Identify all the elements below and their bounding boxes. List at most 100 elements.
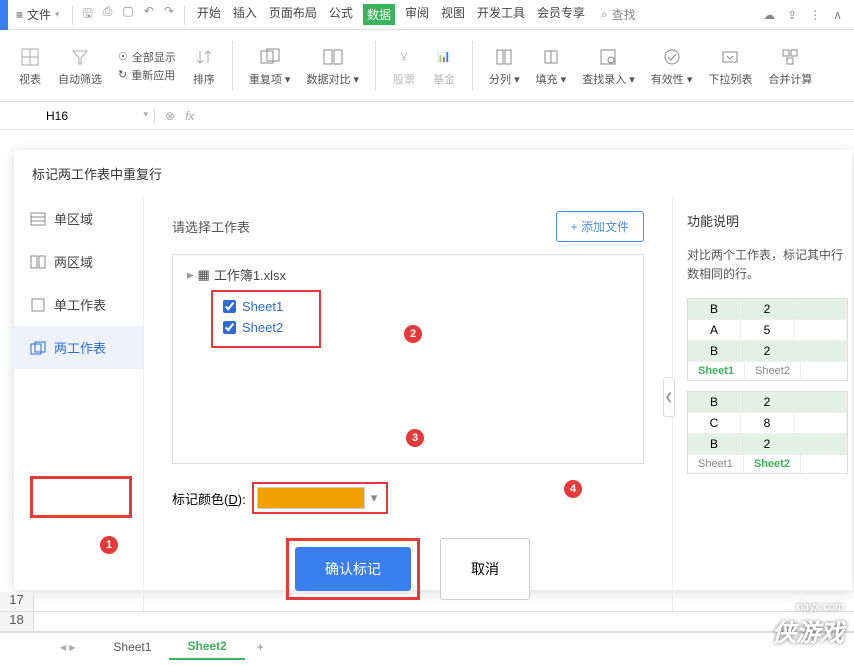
sheet-checkbox-2[interactable]: Sheet2 [223, 317, 309, 338]
cloud-icon[interactable]: ☁ [763, 8, 775, 22]
ribbon-sort[interactable]: 排序 [186, 45, 222, 87]
ribbon-consolidate[interactable]: 合并计算 [762, 45, 818, 87]
label: 单工作表 [54, 295, 106, 314]
cell [794, 392, 847, 413]
add-sheet-button[interactable]: + [245, 635, 276, 659]
redo-icon[interactable]: ↷ [164, 4, 174, 25]
app-accent [0, 0, 8, 30]
t3: ): [238, 492, 246, 507]
tab-insert[interactable]: 插入 [231, 4, 259, 25]
two-ranges-icon [30, 255, 46, 269]
sidebar-item-single-range[interactable]: 单区域 [14, 197, 143, 240]
cancel-fx-icon[interactable]: ⊗ [165, 109, 175, 123]
dialog-title: 标记两工作表中重复行 [14, 150, 852, 197]
sort-icon [192, 45, 216, 69]
show-all-icon: ☉ [118, 50, 128, 63]
ribbon-funds[interactable]: 📊 基金 [426, 45, 462, 87]
more-icon[interactable]: ⋮ [809, 8, 821, 22]
ribbon-filter[interactable]: 自动筛选 [52, 45, 108, 87]
tab-view[interactable]: 视图 [439, 4, 467, 25]
workbook-node[interactable]: ▸ ▦ 工作簿1.xlsx [187, 265, 629, 284]
fx-icon[interactable]: fx [185, 109, 194, 123]
search-label: 查找 [612, 6, 636, 23]
formula-input[interactable] [212, 103, 846, 129]
collapse-panel-button[interactable]: ❮ [663, 377, 675, 417]
color-swatch [257, 487, 365, 509]
show-all-button[interactable]: ☉ 全部显示 [118, 49, 176, 65]
filter-icon [68, 45, 92, 69]
cell [794, 413, 847, 434]
t1: 标记颜色( [172, 492, 228, 507]
ribbon-pivot[interactable]: 视表 [12, 45, 48, 87]
tab-review[interactable]: 审阅 [403, 4, 431, 25]
confirm-button[interactable]: 确认标记 [295, 547, 411, 591]
split-icon [492, 45, 516, 69]
cell: 2 [741, 341, 794, 362]
annotation-2: 2 [404, 325, 422, 343]
quick-access-toolbar: 🖫 ⎙ ▢ ↶ ↷ [77, 4, 180, 25]
collapse-icon[interactable]: ∧ [833, 8, 842, 22]
color-picker[interactable]: ▾ [252, 482, 389, 514]
cell: B [688, 341, 741, 362]
tab-data[interactable]: 数据 [363, 4, 395, 25]
cell-reference-box[interactable]: H16 [0, 109, 155, 123]
search-box[interactable]: ⌕ 查找 [601, 6, 636, 23]
stocks-icon: ￥ [392, 45, 416, 69]
checkbox[interactable] [223, 321, 236, 334]
ribbon-duplicates[interactable]: 重复项 ▾ [243, 45, 297, 87]
label: 有效性 [651, 74, 684, 86]
row-17[interactable]: 17 [0, 592, 854, 612]
row-18[interactable]: 18 [0, 612, 854, 632]
tab-member[interactable]: 会员专享 [535, 4, 587, 25]
file-menu[interactable]: ≡ 文件 ▾ [8, 6, 68, 23]
share-icon[interactable]: ⇪ [787, 8, 797, 22]
expand-icon: ▸ [187, 267, 194, 283]
print-icon[interactable]: ⎙ [103, 4, 113, 25]
undo-icon[interactable]: ↶ [144, 4, 154, 25]
pivot-icon [18, 45, 42, 69]
funds-icon: 📊 [432, 45, 456, 69]
reapply-button[interactable]: ↻重新应用 [118, 67, 176, 83]
sheet-checkbox-1[interactable]: Sheet1 [223, 296, 309, 317]
tab-page-layout[interactable]: 页面布局 [267, 4, 319, 25]
label: 分列 [489, 74, 511, 86]
sidebar-item-two-sheets[interactable]: 两工作表 [14, 326, 143, 369]
tab-dev-tools[interactable]: 开发工具 [475, 4, 527, 25]
ribbon: 视表 自动筛选 ☉ 全部显示 ↻重新应用 排序 重复项 ▾ 数据对比 ▾ ￥ 股票… [0, 30, 854, 102]
add-file-button[interactable]: + 添加文件 [556, 211, 644, 242]
ribbon-stocks[interactable]: ￥ 股票 [386, 45, 422, 87]
find-entry-icon [596, 45, 620, 69]
label: 两工作表 [54, 338, 106, 357]
label: 全部显示 [132, 49, 176, 65]
cancel-button[interactable]: 取消 [440, 538, 530, 600]
ribbon-fill[interactable]: 填充 ▾ [530, 45, 573, 87]
separator [232, 41, 233, 91]
tab-formula[interactable]: 公式 [327, 4, 355, 25]
cell: 5 [741, 320, 794, 341]
sheet-tab-2[interactable]: Sheet2 [169, 634, 244, 660]
sheet-tab-1[interactable]: Sheet1 [95, 635, 169, 659]
ribbon-validity[interactable]: 有效性 ▾ [645, 45, 699, 87]
formula-bar: H16 ⊗ fx [0, 102, 854, 130]
row-header[interactable]: 18 [0, 612, 34, 631]
sheet-nav-arrows[interactable]: ◂ ▸ [60, 640, 75, 654]
tab: Sheet2 [745, 362, 801, 380]
sidebar-item-single-sheet[interactable]: 单工作表 [14, 283, 143, 326]
ribbon-data-compare[interactable]: 数据对比 ▾ [300, 45, 365, 87]
mark-duplicates-dialog: 标记两工作表中重复行 单区域 两区域 单工作表 两工作表 请选择工作表 [14, 150, 852, 590]
sidebar-item-two-ranges[interactable]: 两区域 [14, 240, 143, 283]
tab: Sheet1 [688, 362, 745, 380]
ribbon-split[interactable]: 分列 ▾ [483, 45, 526, 87]
ribbon-dropdown-list[interactable]: 下拉列表 [702, 45, 758, 87]
label: 下拉列表 [708, 71, 752, 87]
ribbon-find-entry[interactable]: 查找录入 ▾ [576, 45, 641, 87]
row-header[interactable]: 17 [0, 592, 34, 611]
preview-icon[interactable]: ▢ [122, 4, 133, 25]
tab-start[interactable]: 开始 [195, 4, 223, 25]
label: 数据对比 [306, 74, 350, 86]
compare-icon [321, 45, 345, 69]
sheet-name: Sheet1 [242, 299, 283, 314]
checkbox[interactable] [223, 300, 236, 313]
single-sheet-icon [30, 298, 46, 312]
save-icon[interactable]: 🖫 [83, 4, 93, 25]
